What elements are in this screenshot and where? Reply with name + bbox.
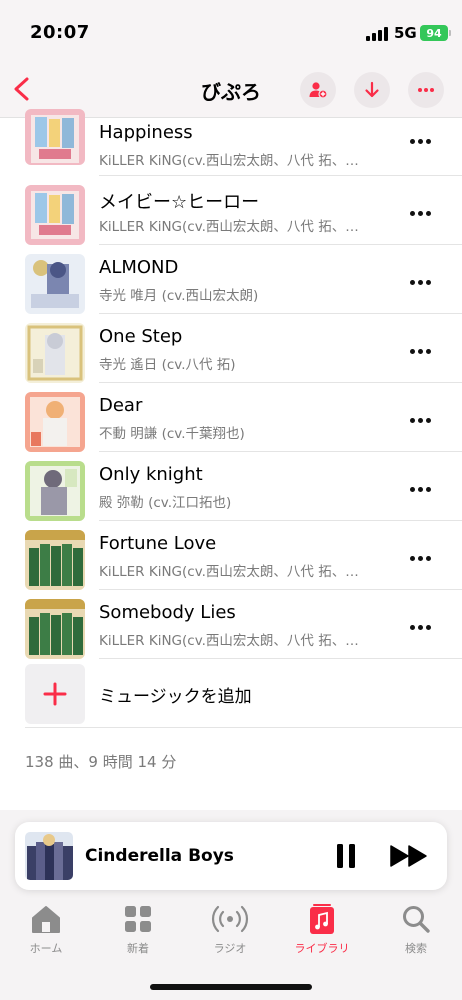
track-row[interactable]: Only knight 殿 弥勒 (cv.江口拓也) <box>0 452 462 521</box>
tab-library[interactable]: ライブラリ <box>276 902 368 964</box>
add-collaborator-button[interactable] <box>300 72 336 108</box>
plus-icon <box>43 682 67 706</box>
tab-home[interactable]: ホーム <box>0 902 92 964</box>
ellipsis-icon <box>418 88 434 92</box>
pause-button[interactable] <box>331 842 361 870</box>
track-more-button[interactable] <box>404 411 436 429</box>
tab-new[interactable]: 新着 <box>92 902 184 964</box>
network-type: 5G <box>394 24 417 42</box>
track-artist: KiLLER KiNG(cv.西山宏太朗、八代 拓、… <box>99 219 359 235</box>
album-artwork <box>25 461 85 521</box>
home-indicator <box>150 984 312 990</box>
track-title: Only knight <box>99 464 203 485</box>
add-music-label: ミュージックを追加 <box>99 687 252 707</box>
track-row[interactable]: Somebody Lies KiLLER KiNG(cv.西山宏太朗、八代 拓、… <box>0 590 462 659</box>
arrow-down-icon <box>365 81 379 98</box>
forward-icon <box>390 845 427 867</box>
track-title: ALMOND <box>99 257 179 278</box>
now-playing-artwork <box>25 832 73 880</box>
track-more-button[interactable] <box>404 618 436 636</box>
tab-label: 検索 <box>405 942 427 955</box>
track-title: Fortune Love <box>99 533 217 554</box>
track-title: メイビー☆ヒーロー <box>99 192 260 213</box>
track-more-button[interactable] <box>404 273 436 291</box>
add-music-row[interactable]: ミュージックを追加 <box>0 658 462 728</box>
playlist-title: びぷろ <box>201 80 261 104</box>
track-row[interactable]: Happiness KiLLER KiNG(cv.西山宏太朗、八代 拓、… <box>0 107 462 176</box>
album-artwork <box>25 185 85 245</box>
album-artwork <box>25 530 85 590</box>
battery-icon: 94 <box>420 25 451 41</box>
track-more-button[interactable] <box>404 204 436 222</box>
search-icon <box>401 902 431 936</box>
tab-label: ラジオ <box>213 942 247 955</box>
track-artist: 殿 弥勒 (cv.江口拓也) <box>99 495 232 511</box>
album-artwork <box>25 254 85 314</box>
track-artist: KiLLER KiNG(cv.西山宏太朗、八代 拓、… <box>99 153 359 169</box>
house-icon <box>30 902 62 936</box>
status-bar: 20:07 5G 94 <box>0 0 462 62</box>
album-artwork <box>25 392 85 452</box>
tab-radio[interactable]: ラジオ <box>184 902 276 964</box>
track-artist: 不動 明謙 (cv.千葉翔也) <box>99 426 245 442</box>
track-row[interactable]: One Step 寺光 遙日 (cv.八代 拓) <box>0 314 462 383</box>
tab-label: ライブラリ <box>294 942 350 955</box>
grid-icon <box>123 902 153 936</box>
now-playing-title: Cinderella Boys <box>85 846 234 866</box>
track-title: Dear <box>99 395 143 416</box>
track-more-button[interactable] <box>404 549 436 567</box>
mini-player[interactable]: Cinderella Boys <box>15 822 447 890</box>
track-artist: KiLLER KiNG(cv.西山宏太朗、八代 拓、… <box>99 564 359 580</box>
track-title: Somebody Lies <box>99 602 236 623</box>
pause-icon <box>337 844 355 868</box>
track-title: Happiness <box>99 122 193 143</box>
album-artwork <box>25 109 85 165</box>
track-artist: 寺光 遙日 (cv.八代 拓) <box>99 357 236 373</box>
track-row[interactable]: メイビー☆ヒーロー KiLLER KiNG(cv.西山宏太朗、八代 拓、… <box>0 176 462 245</box>
track-title: One Step <box>99 326 183 347</box>
tab-label: ホーム <box>29 942 63 955</box>
track-more-button[interactable] <box>404 480 436 498</box>
tab-label: 新着 <box>127 942 149 955</box>
track-more-button[interactable] <box>404 132 436 150</box>
playlist-summary: 138 曲、9 時間 14 分 <box>25 753 177 771</box>
track-row[interactable]: Dear 不動 明謙 (cv.千葉翔也) <box>0 383 462 452</box>
track-row[interactable]: ALMOND 寺光 唯月 (cv.西山宏太朗) <box>0 245 462 314</box>
track-artist: 寺光 唯月 (cv.西山宏太朗) <box>99 288 259 304</box>
track-row[interactable]: Fortune Love KiLLER KiNG(cv.西山宏太朗、八代 拓、… <box>0 521 462 590</box>
status-time: 20:07 <box>30 22 90 43</box>
more-options-button[interactable] <box>408 72 444 108</box>
tab-search[interactable]: 検索 <box>370 902 462 964</box>
add-music-tile <box>25 664 85 724</box>
row-divider <box>25 727 462 728</box>
album-artwork <box>25 599 85 659</box>
download-button[interactable] <box>354 72 390 108</box>
person-add-icon <box>309 82 328 99</box>
battery-level: 94 <box>426 26 442 40</box>
music-note-icon <box>307 902 337 936</box>
skip-forward-button[interactable] <box>389 842 429 870</box>
cellular-signal-icon <box>366 27 388 41</box>
album-artwork <box>25 323 85 383</box>
track-more-button[interactable] <box>404 342 436 360</box>
track-artist: KiLLER KiNG(cv.西山宏太朗、八代 拓、… <box>99 633 359 649</box>
radio-waves-icon <box>210 902 250 936</box>
